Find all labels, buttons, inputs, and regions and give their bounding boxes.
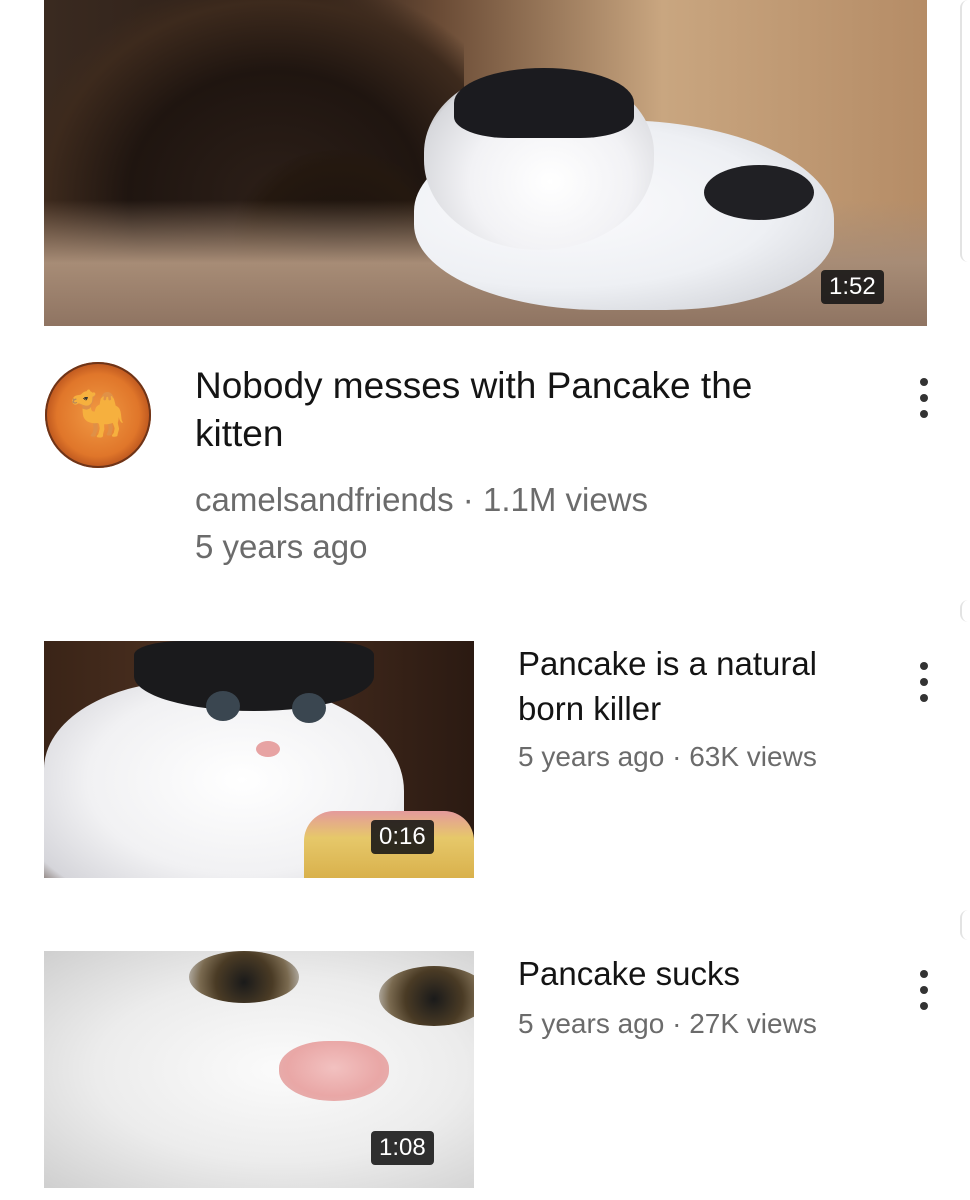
more-vertical-icon-dot	[920, 410, 928, 418]
kitten-black-cap-image	[134, 641, 374, 711]
cat-nose-image	[279, 1041, 389, 1101]
more-vertical-icon-dot	[920, 1002, 928, 1010]
featured-duration-badge: 1:52	[821, 270, 884, 304]
video-duration-badge: 0:16	[371, 820, 434, 854]
edge-fragment	[960, 600, 970, 622]
cat-eye-image	[379, 966, 474, 1026]
video-meta: 5 years ago · 63K views	[518, 741, 817, 772]
more-vertical-icon-dot	[920, 678, 928, 686]
more-vertical-icon-dot	[920, 694, 928, 702]
kitten-eye-image	[292, 693, 326, 723]
video-title[interactable]: Pancake sucks	[518, 951, 878, 996]
video-meta: 5 years ago · 27K views	[518, 1008, 817, 1039]
more-vertical-icon-dot	[920, 986, 928, 994]
edge-fragment	[960, 910, 970, 940]
edge-fragment	[960, 0, 970, 262]
video-duration-badge: 1:08	[371, 1131, 434, 1165]
more-vertical-icon-dot	[920, 394, 928, 402]
kitten-eye-image	[206, 691, 240, 721]
kitten-black-cap-image	[454, 68, 634, 138]
video-more-button[interactable]	[910, 658, 938, 710]
kitten-spot-image	[704, 165, 814, 220]
featured-channel-views: camelsandfriends · 1.1M views	[195, 481, 649, 518]
video-more-button[interactable]	[910, 966, 938, 1018]
channel-avatar[interactable]: 🐪	[45, 362, 151, 468]
featured-upload-age: 5 years ago	[195, 528, 368, 565]
cat-eye-image	[189, 951, 299, 1003]
featured-video-thumbnail[interactable]	[44, 0, 927, 326]
featured-more-button[interactable]	[910, 374, 938, 426]
kitten-nose-image	[256, 741, 280, 757]
camel-logo-icon: 🐪	[69, 387, 127, 439]
more-vertical-icon	[920, 378, 928, 386]
more-vertical-icon	[920, 662, 928, 670]
featured-video-title[interactable]: Nobody messes with Pancake the kitten	[195, 362, 835, 458]
video-title[interactable]: Pancake is a natural born killer	[518, 641, 878, 731]
more-vertical-icon	[920, 970, 928, 978]
